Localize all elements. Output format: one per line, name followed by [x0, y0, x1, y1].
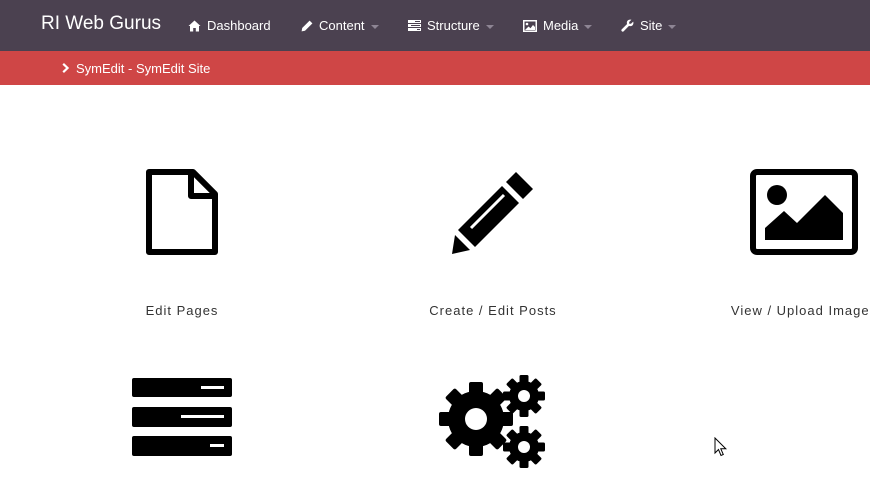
home-icon: [188, 20, 201, 31]
tasks-icon: [132, 378, 232, 456]
picture-icon: [523, 19, 537, 32]
nav-item-structure-label: Structure: [427, 18, 480, 33]
tasks-icon: [408, 20, 421, 31]
pencil-icon: [301, 20, 313, 31]
tile-structure[interactable]: [52, 376, 312, 458]
nav-item-dashboard-label: Dashboard: [207, 18, 271, 33]
top-navbar: RI Web Gurus Dashboard Content Structure: [0, 0, 870, 51]
brand-title[interactable]: RI Web Gurus: [41, 13, 161, 35]
tile-site-settings[interactable]: [363, 372, 623, 470]
file-icon: [146, 169, 218, 255]
picture-icon: [750, 169, 858, 255]
nav-item-structure[interactable]: Structure: [408, 0, 494, 51]
mouse-cursor-icon: [714, 437, 728, 457]
breadcrumb-bar: SymEdit - SymEdit Site: [0, 51, 870, 85]
tile-edit-pages-label: Edit Pages: [145, 303, 219, 318]
nav-item-content-label: Content: [319, 18, 365, 33]
pencil-icon: [452, 172, 533, 254]
nav-item-content[interactable]: Content: [301, 0, 379, 51]
caret-down-icon: [370, 24, 379, 29]
caret-down-icon: [668, 24, 677, 29]
tile-create-edit-posts[interactable]: Create / Edit Posts: [363, 168, 623, 323]
tile-create-edit-posts-label: Create / Edit Posts: [429, 303, 557, 318]
tile-view-upload-images[interactable]: View / Upload Images: [674, 168, 870, 323]
caret-down-icon: [485, 24, 494, 29]
wrench-icon: [621, 19, 634, 32]
tile-edit-pages[interactable]: Edit Pages: [52, 168, 312, 323]
breadcrumb[interactable]: SymEdit - SymEdit Site: [62, 51, 210, 85]
nav-item-media[interactable]: Media: [523, 0, 593, 51]
nav-item-media-label: Media: [543, 18, 579, 33]
nav-item-dashboard[interactable]: Dashboard: [188, 0, 271, 51]
tile-view-upload-images-label: View / Upload Images: [730, 303, 870, 318]
caret-down-icon: [584, 24, 593, 29]
chevron-right-icon: [62, 63, 69, 73]
nav-item-site-label: Site: [640, 18, 663, 33]
breadcrumb-label: SymEdit - SymEdit Site: [76, 60, 211, 76]
nav-item-site[interactable]: Site: [621, 0, 677, 51]
cogs-icon: [439, 375, 545, 468]
